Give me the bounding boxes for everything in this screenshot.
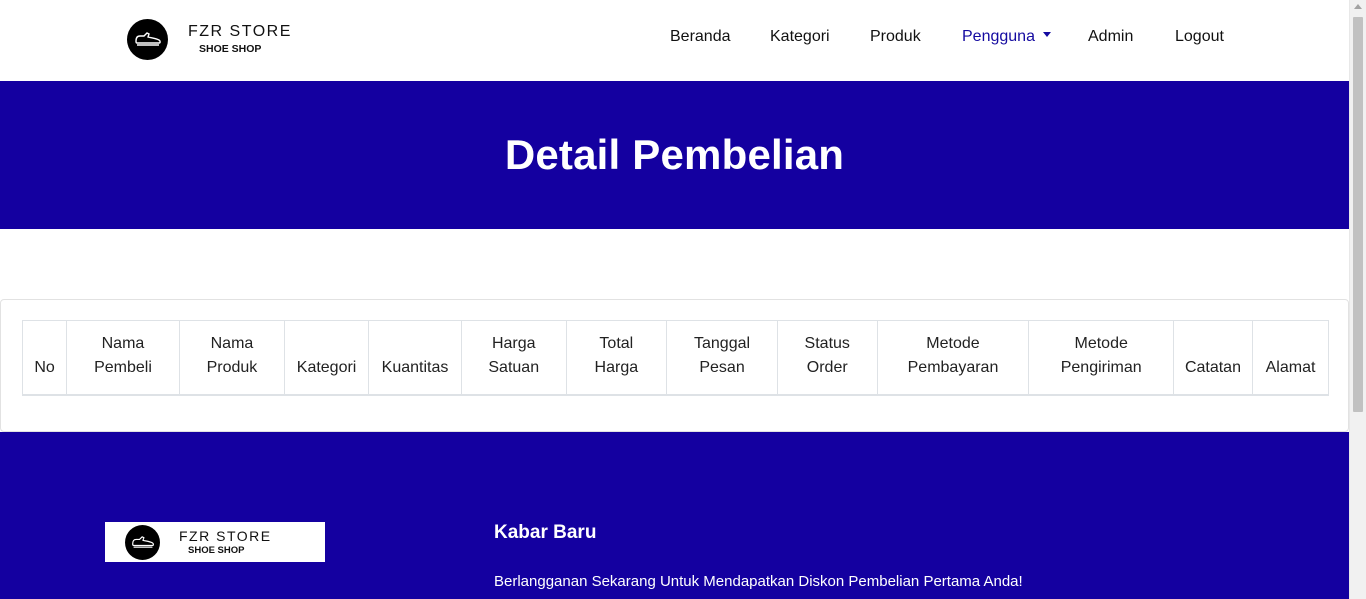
scrollbar-thumb[interactable] xyxy=(1353,17,1363,412)
nav-pengguna[interactable]: Pengguna xyxy=(962,28,1051,46)
col-tanggal-pesan: Tanggal Pesan xyxy=(666,320,778,396)
purchase-table-card: No Nama Pembeli Nama Produk Kategori Kua… xyxy=(0,299,1349,432)
col-status-order: Status Order xyxy=(776,320,878,396)
col-nama-produk: Nama Produk xyxy=(178,320,286,396)
page-scrollbar[interactable] xyxy=(1349,0,1366,599)
footer-brand-name: FZR STORE xyxy=(179,527,272,544)
col-alamat: Alamat xyxy=(1252,320,1329,396)
nav-kategori[interactable]: Kategori xyxy=(770,28,830,46)
col-kategori: Kategori xyxy=(284,320,370,396)
caret-down-icon xyxy=(1042,32,1051,38)
footer-brand-subtitle: SHOE SHOP xyxy=(188,544,245,556)
col-nama-pembeli: Nama Pembeli xyxy=(66,320,180,396)
col-kuantitas: Kuantitas xyxy=(368,320,462,396)
nav-admin[interactable]: Admin xyxy=(1088,28,1133,46)
col-metode-pembayaran: Metode Pembayaran xyxy=(876,320,1030,396)
footer: FZR STORE SHOE SHOP Kabar Baru Berlangga… xyxy=(0,432,1349,599)
hero-banner: Detail Pembelian xyxy=(0,81,1349,229)
purchase-table: No Nama Pembeli Nama Produk Kategori Kua… xyxy=(21,320,1329,396)
footer-brand-logo[interactable]: FZR STORE SHOE SHOP xyxy=(105,522,325,562)
footer-news-text: Berlangganan Sekarang Untuk Mendapatkan … xyxy=(494,573,1023,590)
col-harga-satuan: Harga Satuan xyxy=(460,320,567,396)
page-title: Detail Pembelian xyxy=(504,131,845,178)
scroll-up-arrow-icon[interactable] xyxy=(1354,4,1362,9)
nav-beranda[interactable]: Beranda xyxy=(670,28,731,46)
table-header-row: No Nama Pembeli Nama Produk Kategori Kua… xyxy=(21,320,1329,396)
nav-pengguna-label: Pengguna xyxy=(962,28,1035,45)
col-catatan: Catatan xyxy=(1172,320,1254,396)
col-no: No xyxy=(21,320,68,396)
col-metode-pengiriman: Metode Pengiriman xyxy=(1028,320,1174,396)
shoe-icon xyxy=(125,524,160,560)
main-nav: Beranda Kategori Produk Pengguna Admin L… xyxy=(0,28,1349,50)
navbar: FZR STORE SHOE SHOP Beranda Kategori Pro… xyxy=(0,0,1349,81)
nav-produk[interactable]: Produk xyxy=(870,28,921,46)
footer-news-heading: Kabar Baru xyxy=(494,522,597,543)
col-total-harga: Total Harga xyxy=(565,320,668,396)
nav-logout[interactable]: Logout xyxy=(1175,28,1224,46)
